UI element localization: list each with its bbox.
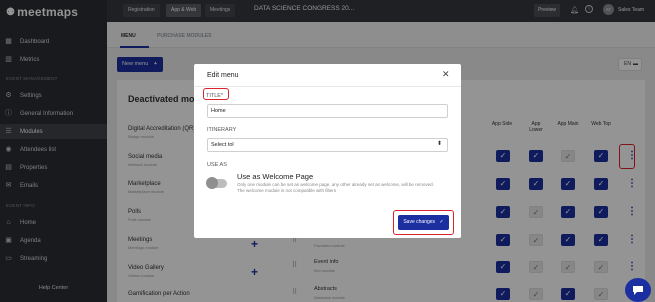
- welcome-page-title: Use as Welcome Page: [237, 172, 314, 181]
- highlight-save-button: [393, 210, 454, 235]
- use-as-label: USE AS: [207, 162, 227, 168]
- itinerary-label: ITINERARY: [207, 127, 237, 133]
- modal-title: Edit menu: [207, 72, 239, 79]
- chat-icon: [633, 286, 643, 295]
- chevron-updown-icon: ⬍: [437, 141, 443, 147]
- modal-divider: [194, 86, 461, 87]
- chat-button[interactable]: [625, 278, 651, 302]
- toggle-knob[interactable]: [206, 177, 218, 189]
- close-icon[interactable]: ✕: [442, 69, 450, 80]
- welcome-page-description: Only one module can be set as welcome pa…: [237, 182, 434, 193]
- highlight-title-label: [203, 88, 229, 100]
- itinerary-select[interactable]: Select tol: [207, 138, 448, 152]
- title-input[interactable]: Home: [207, 104, 448, 118]
- edit-menu-modal: Edit menu ✕ TITLE* Home ITINERARY Select…: [194, 64, 461, 238]
